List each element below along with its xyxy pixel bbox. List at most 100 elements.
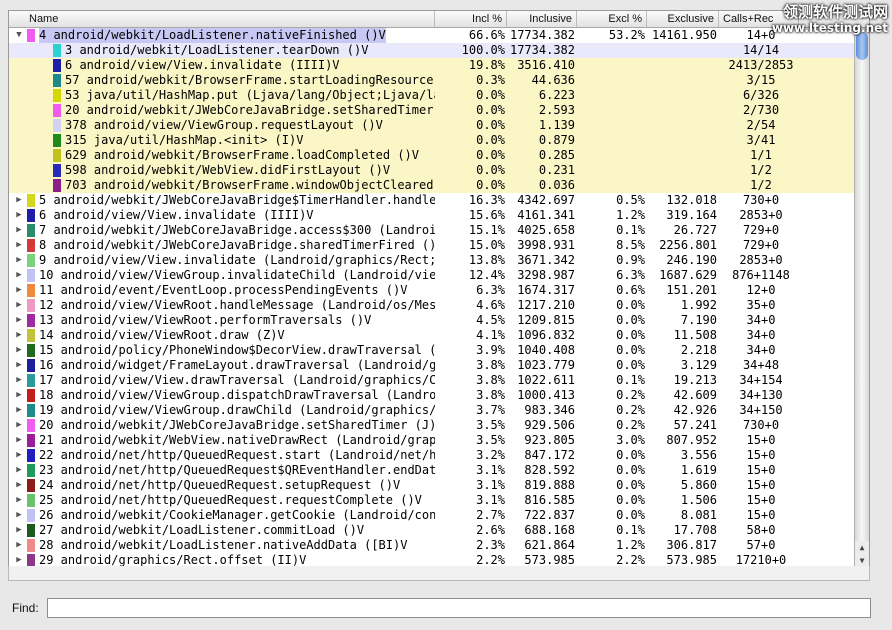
triangle-right-icon[interactable]: ▶	[13, 523, 25, 538]
triangle-right-icon[interactable]: ▶	[13, 358, 25, 373]
cell-inclusive: 4161.341	[517, 208, 575, 222]
triangle-right-icon[interactable]: ▶	[13, 448, 25, 463]
cell-exclusive: 807.952	[666, 433, 717, 447]
color-swatch	[53, 89, 61, 102]
cell-exclusive: 246.190	[666, 253, 717, 267]
cell-excl-pct: 53.2%	[608, 28, 645, 42]
triangle-right-icon[interactable]: ▶	[13, 283, 25, 298]
table-row[interactable]: ▶ 15 android/policy/PhoneWindow$DecorView…	[9, 343, 869, 358]
col-exclusive-header[interactable]: Exclusive	[647, 11, 719, 27]
triangle-right-icon[interactable]: ▶	[13, 328, 25, 343]
cell-exclusive: 19.213	[673, 373, 717, 387]
vertical-scrollbar[interactable]	[854, 28, 869, 550]
cell-exclusive: 3.129	[680, 358, 717, 372]
table-row[interactable]: ▶ 19 android/view/ViewGroup.drawChild (La…	[9, 403, 869, 418]
triangle-right-icon[interactable]: ▶	[13, 253, 25, 268]
table-row[interactable]: 315 java/util/HashMap.<init> (I)V 0.0% 0.8…	[9, 133, 869, 148]
col-inclusive-header[interactable]: Inclusive	[507, 11, 577, 27]
table-row[interactable]: ▶ 14 android/view/ViewRoot.draw (Z)V 4.1% 1…	[9, 328, 869, 343]
triangle-right-icon[interactable]: ▶	[13, 388, 25, 403]
table-row[interactable]: ▶ 9 android/view/View.invalidate (Landroi…	[9, 253, 869, 268]
cell-exclusive	[647, 118, 719, 133]
table-row[interactable]: 703 android/webkit/BrowserFrame.windowOb…	[9, 178, 869, 193]
col-incl-pct-header[interactable]: Incl %	[435, 11, 507, 27]
triangle-right-icon[interactable]: ▶	[13, 313, 25, 328]
cell-calls: 15+0	[746, 463, 776, 477]
triangle-down-icon[interactable]: ▼	[13, 28, 25, 43]
triangle-right-icon[interactable]: ▶	[13, 508, 25, 523]
table-row[interactable]: ▶ 25 android/net/http/QueuedRequest.reque…	[9, 493, 869, 508]
triangle-right-icon[interactable]: ▶	[13, 238, 25, 253]
table-row[interactable]: ▶ 21 android/webkit/WebView.nativeDrawRec…	[9, 433, 869, 448]
watermark-line2: www.ltesting.net	[771, 21, 888, 35]
cell-excl-pct: 0.9%	[616, 253, 645, 267]
triangle-right-icon[interactable]: ▶	[13, 298, 25, 313]
table-row[interactable]: 378 android/view/ViewGroup.requestLayout…	[9, 118, 869, 133]
scrollbar-thumb[interactable]	[856, 32, 868, 60]
triangle-right-icon[interactable]: ▶	[13, 208, 25, 223]
cell-calls: 876+1148	[732, 268, 790, 282]
cell-incl-pct: 0.0%	[476, 148, 505, 162]
cell-inclusive: 3998.931	[517, 238, 575, 252]
table-row[interactable]: ▶ 27 android/webkit/LoadListener.commitLo…	[9, 523, 869, 538]
table-row[interactable]: ▶ 13 android/view/ViewRoot.performTravers…	[9, 313, 869, 328]
table-row[interactable]: ▶ 20 android/webkit/JWebCoreJavaBridge.se…	[9, 418, 869, 433]
find-input[interactable]	[46, 598, 871, 618]
cell-inclusive: 688.168	[524, 523, 575, 537]
table-row[interactable]: ▶ 28 android/webkit/LoadListener.nativeAd…	[9, 538, 869, 553]
cell-excl-pct: 0.0%	[616, 328, 645, 342]
cell-name: 6 android/view/View.invalidate (IIII)V	[9, 58, 435, 73]
table-row[interactable]: 3 android/webkit/LoadListener.tearDown (…	[9, 43, 869, 58]
triangle-right-icon[interactable]: ▶	[13, 478, 25, 493]
table-row[interactable]: ▼ 4 android/webkit/LoadListener.nativeFin…	[9, 28, 869, 43]
triangle-right-icon[interactable]: ▶	[13, 403, 25, 418]
triangle-right-icon[interactable]: ▶	[13, 538, 25, 553]
table-row[interactable]: ▶ 8 android/webkit/JWebCoreJavaBridge.sha…	[9, 238, 869, 253]
table-row[interactable]: 598 android/webkit/WebView.didFirstLayou…	[9, 163, 869, 178]
method-name: 315 java/util/HashMap.<init> (I)V	[65, 133, 304, 147]
cell-incl-pct: 4.5%	[476, 313, 505, 327]
table-row[interactable]: 53 java/util/HashMap.put (Ljava/lang/Obj…	[9, 88, 869, 103]
cell-excl-pct	[577, 58, 647, 73]
scroll-up-icon[interactable]: ▲	[854, 541, 869, 554]
table-row[interactable]: ▶ 5 android/webkit/JWebCoreJavaBridge$Tim…	[9, 193, 869, 208]
table-row[interactable]: ▶ 23 android/net/http/QueuedRequest$QREve…	[9, 463, 869, 478]
table-row[interactable]: ▶ 26 android/webkit/CookieManager.getCook…	[9, 508, 869, 523]
col-name-header[interactable]: Name	[9, 11, 435, 27]
table-row[interactable]: ▶ 22 android/net/http/QueuedRequest.start…	[9, 448, 869, 463]
triangle-right-icon[interactable]: ▶	[13, 268, 25, 283]
triangle-right-icon[interactable]: ▶	[13, 433, 25, 448]
triangle-right-icon[interactable]: ▶	[13, 373, 25, 388]
triangle-right-icon[interactable]: ▶	[13, 343, 25, 358]
table-row[interactable]: 629 android/webkit/BrowserFrame.loadComp…	[9, 148, 869, 163]
cell-name: 378 android/view/ViewGroup.requestLayout…	[9, 118, 435, 133]
table-row[interactable]: ▶ 17 android/view/View.drawTraversal (Lan…	[9, 373, 869, 388]
triangle-right-icon[interactable]: ▶	[13, 418, 25, 433]
triangle-right-icon[interactable]: ▶	[13, 193, 25, 208]
table-row[interactable]: ▶ 10 android/view/ViewGroup.invalidateChi…	[9, 268, 869, 283]
table-row[interactable]: 6 android/view/View.invalidate (IIII)V 19…	[9, 58, 869, 73]
cell-name: 598 android/webkit/WebView.didFirstLayou…	[9, 163, 435, 178]
table-row[interactable]: ▶ 7 android/webkit/JWebCoreJavaBridge.acc…	[9, 223, 869, 238]
method-name: 9 android/view/View.invalidate (Landroid…	[39, 253, 435, 267]
table-row[interactable]: ▶ 11 android/event/EventLoop.processPendi…	[9, 283, 869, 298]
triangle-right-icon[interactable]: ▶	[13, 493, 25, 508]
horizontal-scrollbar[interactable]	[8, 566, 870, 581]
cell-calls: 2/730	[742, 103, 780, 117]
method-name: 12 android/view/ViewRoot.handleMessage (…	[39, 298, 435, 312]
triangle-right-icon[interactable]: ▶	[13, 223, 25, 238]
table-row[interactable]: ▶ 16 android/widget/FrameLayout.drawTrave…	[9, 358, 869, 373]
triangle-right-icon[interactable]: ▶	[13, 463, 25, 478]
col-excl-pct-header[interactable]: Excl %	[577, 11, 647, 27]
color-swatch	[27, 284, 35, 297]
cell-calls: 57+0	[746, 538, 776, 552]
method-name: 16 android/widget/FrameLayout.drawTraver…	[39, 358, 435, 372]
table-row[interactable]: ▶ 6 android/view/View.invalidate (IIII)V 1…	[9, 208, 869, 223]
table-row[interactable]: 57 android/webkit/BrowserFrame.startLoad…	[9, 73, 869, 88]
cell-name: ▶ 28 android/webkit/LoadListener.nativeAd…	[9, 538, 435, 553]
table-row[interactable]: ▶ 12 android/view/ViewRoot.handleMessage …	[9, 298, 869, 313]
table-row[interactable]: ▶ 24 android/net/http/QueuedRequest.setup…	[9, 478, 869, 493]
table-row[interactable]: ▶ 18 android/view/ViewGroup.dispatchDrawT…	[9, 388, 869, 403]
table-row[interactable]: 20 android/webkit/JWebCoreJavaBridge.set…	[9, 103, 869, 118]
watermark-logo: 领测软件测试网 www.ltesting.net	[772, 3, 888, 35]
